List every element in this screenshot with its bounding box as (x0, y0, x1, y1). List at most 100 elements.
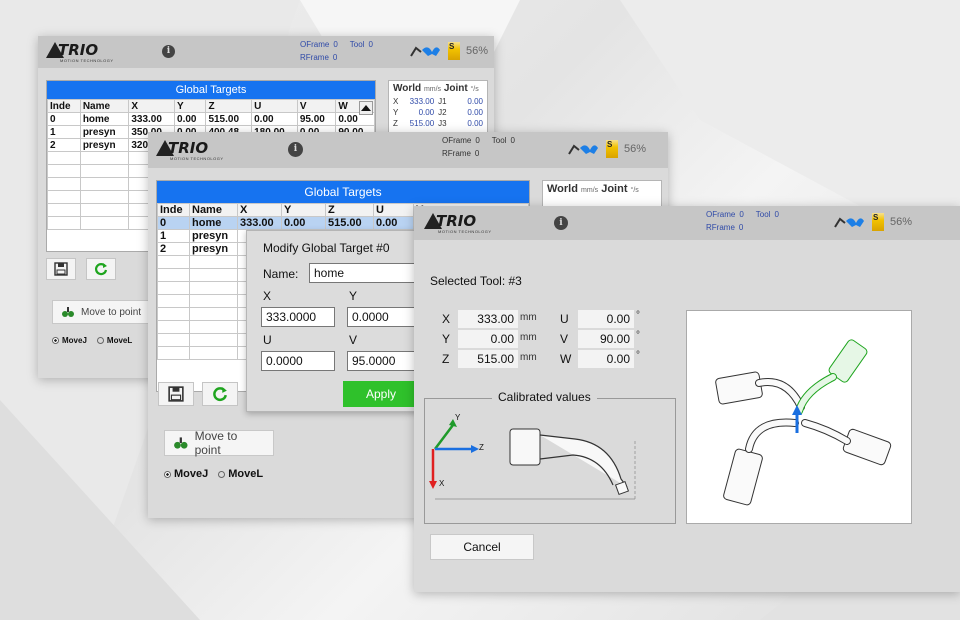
col-name: Name (79, 99, 130, 113)
refresh-icon (213, 387, 227, 402)
y-input[interactable]: 0.0000 (347, 307, 421, 327)
x-input[interactable]: 333.0000 (261, 307, 335, 327)
col-u: U (251, 99, 298, 113)
table-title: Global Targets (157, 181, 529, 203)
frame-status: OFrame 0 Tool 0 RFrame 0 (442, 136, 515, 158)
selected-tool-label: Selected Tool: #3 (430, 274, 522, 288)
tool-z-axis: Z (442, 352, 450, 366)
u-label: U (263, 333, 272, 347)
scroll-up-button[interactable] (359, 101, 373, 115)
movej-radio[interactable]: MoveJ (164, 468, 208, 480)
col-y: Y (174, 99, 207, 113)
speed-percent: 56% (466, 45, 489, 57)
name-label: Name: (263, 267, 299, 281)
tool-u-value: 0.00 (578, 310, 634, 328)
trio-logo: TRIO MOTION TECHNOLOGY (156, 138, 246, 162)
robot-mode-icon[interactable] (832, 213, 866, 231)
apply-button[interactable]: Apply (343, 381, 419, 407)
axis-z-label: Z (479, 443, 484, 452)
movej-radio[interactable]: MoveJ (52, 336, 87, 345)
tool-z-unit: mm (520, 352, 537, 363)
tool-v-axis: V (560, 332, 569, 346)
motion-type: MoveJ MoveL (164, 468, 263, 480)
col-x: X (237, 203, 282, 217)
tool-z-value: 515.00 (458, 350, 518, 368)
tool-y-value: 0.00 (458, 330, 518, 348)
u-input[interactable]: 0.0000 (261, 351, 335, 371)
axis-y-label: Y (455, 413, 461, 422)
top-bar: TRIO MOTION TECHNOLOGY i OFrame 0 Tool 0 RF… (414, 206, 960, 240)
info-icon[interactable]: i (162, 45, 175, 58)
position-row: X 333.00 J1 0.00 (393, 97, 483, 106)
tool-y-axis: Y (442, 332, 451, 346)
axis-x-label: X (439, 479, 445, 488)
tool-w-unit: ° (636, 350, 640, 361)
refresh-button[interactable] (202, 382, 238, 406)
info-icon[interactable]: i (288, 142, 303, 157)
trio-logo: TRIO MOTION TECHNOLOGY (424, 211, 514, 235)
tool-x-axis: X (442, 312, 451, 326)
save-icon (168, 386, 184, 402)
v-input[interactable]: 95.0000 (347, 351, 421, 371)
info-icon[interactable]: i (554, 216, 568, 230)
tool-u-axis: U (560, 312, 569, 326)
col-index: Inde (47, 99, 81, 113)
col-v: V (296, 99, 337, 113)
status-icons: S 56% (408, 42, 488, 60)
refresh-button[interactable] (86, 258, 116, 280)
motion-type: MoveJ MoveL (52, 336, 132, 345)
tool-w-axis: W (560, 352, 572, 366)
col-name: Name (189, 203, 238, 217)
speed-icon[interactable]: S (448, 42, 460, 60)
frame-status: OFrame 0 Tool 0 RFrame 0 (300, 40, 373, 62)
move-to-point-button[interactable]: Move to point (164, 429, 274, 457)
table-row[interactable]: 0 home 333.00 0.00 515.00 0.00 95.00 0.00 (47, 112, 375, 126)
move-to-point-button[interactable]: Move to point (52, 300, 152, 324)
save-icon (54, 262, 68, 276)
tool-calibration-diagram (429, 419, 636, 500)
status-icons: S 56% (832, 213, 912, 231)
cancel-button[interactable]: Cancel (430, 534, 534, 560)
front-panel: TRIO MOTION TECHNOLOGY i OFrame 0 Tool 0 RF… (414, 206, 960, 592)
v-label: V (349, 333, 358, 347)
tool-w-value: 0.00 (578, 350, 634, 368)
top-bar: TRIO MOTION TECHNOLOGY i OFrame 0 Tool 0 RF… (38, 36, 494, 68)
col-z: Z (325, 203, 374, 217)
top-bar: TRIO MOTION TECHNOLOGY i OFrame 0 Tool 0 RF… (148, 132, 668, 168)
refresh-icon (94, 263, 108, 276)
torch-preview-image (715, 339, 892, 506)
movel-radio[interactable]: MoveL (218, 468, 263, 480)
speed-percent: 56% (890, 216, 913, 228)
movel-radio[interactable]: MoveL (96, 336, 132, 345)
tool-x-value: 333.00 (458, 310, 518, 328)
calibrated-values-box: Y Z X (424, 398, 676, 524)
save-button[interactable] (158, 382, 194, 406)
col-u: U (373, 203, 414, 217)
y-label: Y (349, 289, 358, 303)
speed-icon[interactable]: S (872, 213, 884, 231)
move-icon (62, 307, 74, 317)
col-x: X (128, 99, 176, 113)
trio-logo: TRIO MOTION TECHNOLOGY (46, 40, 136, 64)
save-button[interactable] (46, 258, 76, 280)
position-row: Z 515.00 J3 0.00 (393, 119, 483, 128)
table-title: Global Targets (47, 81, 375, 99)
tool-preview (686, 310, 912, 524)
tool-v-value: 90.00 (578, 330, 634, 348)
col-index: Inde (157, 203, 190, 217)
tool-x-unit: mm (520, 312, 537, 323)
tool-u-unit: ° (636, 310, 640, 321)
calibrated-values-title: Calibrated values (492, 390, 597, 404)
col-y: Y (281, 203, 326, 217)
status-icons: S 56% (566, 140, 646, 158)
speed-icon[interactable]: S (606, 140, 618, 158)
speed-percent: 56% (624, 143, 647, 155)
position-row: Y 0.00 J2 0.00 (393, 108, 483, 117)
dialog-title: Modify Global Target #0 (263, 241, 390, 255)
robot-mode-icon[interactable] (408, 42, 442, 60)
robot-mode-icon[interactable] (566, 140, 600, 158)
x-label: X (263, 289, 272, 303)
move-icon (174, 437, 188, 449)
col-z: Z (205, 99, 253, 113)
frame-status: OFrame 0 Tool 0 RFrame 0 (706, 210, 779, 232)
